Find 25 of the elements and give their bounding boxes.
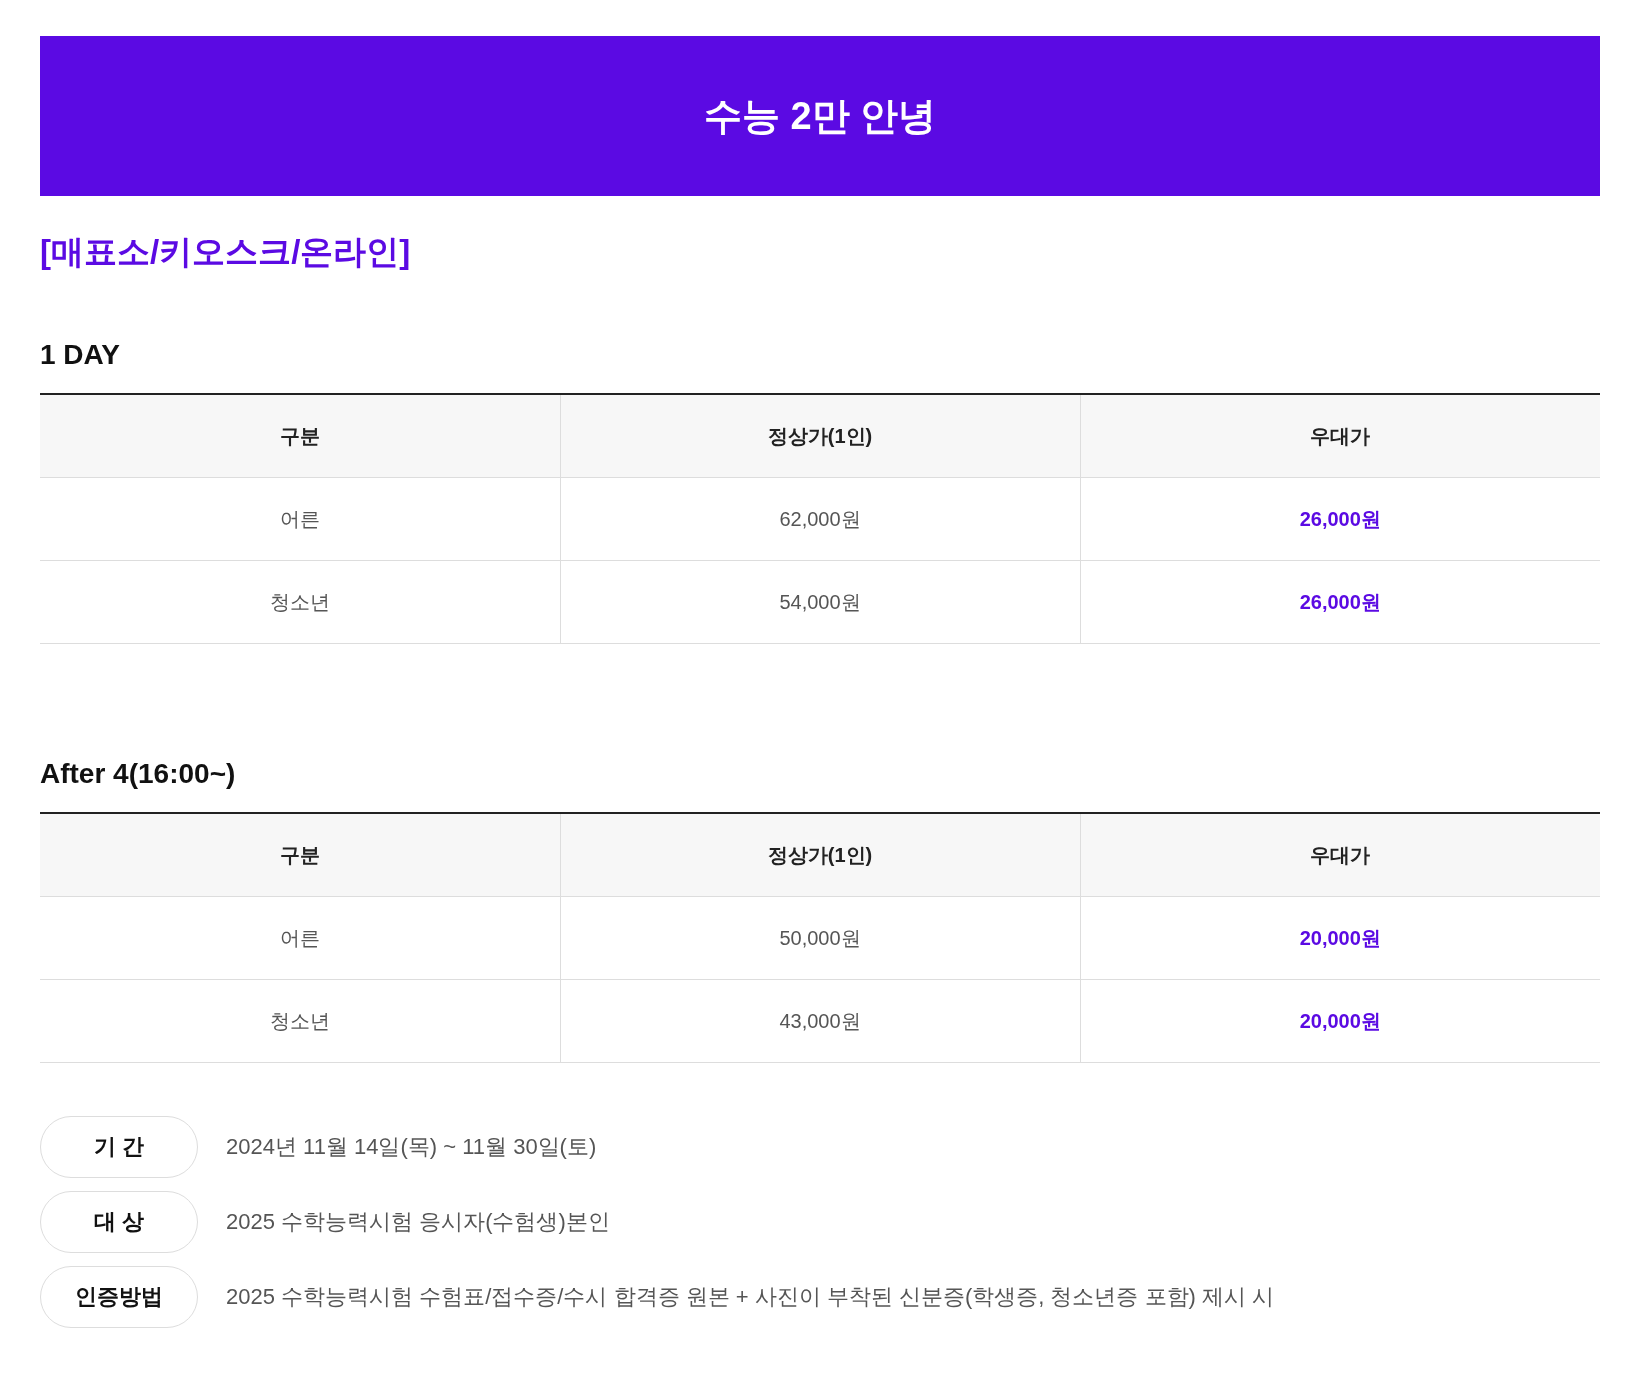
table-cell: 어른 <box>40 896 560 980</box>
sales-channel-heading: [매표소/키오스크/온라인] <box>40 232 411 272</box>
discount-price-cell: 26,000원 <box>1080 560 1600 644</box>
banner-title: 수능 2만 안녕 <box>703 93 937 139</box>
column-header: 구분 <box>40 813 560 897</box>
table-cell: 62,000원 <box>560 477 1080 561</box>
table-cell: 54,000원 <box>560 560 1080 644</box>
table-cell: 청소년 <box>40 560 560 644</box>
table-cell: 청소년 <box>40 979 560 1063</box>
section-title: After 4(16:00~) <box>40 758 236 790</box>
column-header: 우대가 <box>1080 813 1600 897</box>
table-cell: 43,000원 <box>560 979 1080 1063</box>
column-header: 구분 <box>40 394 560 478</box>
table-cell: 어른 <box>40 477 560 561</box>
section-title: 1 DAY <box>40 339 120 371</box>
discount-price-cell: 20,000원 <box>1080 896 1600 980</box>
info-text: 2024년 11월 14일(목) ~ 11월 30일(토) <box>226 1133 597 1161</box>
column-header: 정상가(1인) <box>560 394 1080 478</box>
table-cell: 50,000원 <box>560 896 1080 980</box>
discount-price-cell: 26,000원 <box>1080 477 1600 561</box>
info-text: 2025 수학능력시험 수험표/접수증/수시 합격증 원본 + 사진이 부착된 신분증(학생증, 청소년증 포함) 제시 시 <box>226 1283 1275 1311</box>
column-header: 우대가 <box>1080 394 1600 478</box>
discount-price-cell: 20,000원 <box>1080 979 1600 1063</box>
column-header: 정상가(1인) <box>560 813 1080 897</box>
info-text: 2025 수학능력시험 응시자(수험생)본인 <box>226 1208 610 1236</box>
